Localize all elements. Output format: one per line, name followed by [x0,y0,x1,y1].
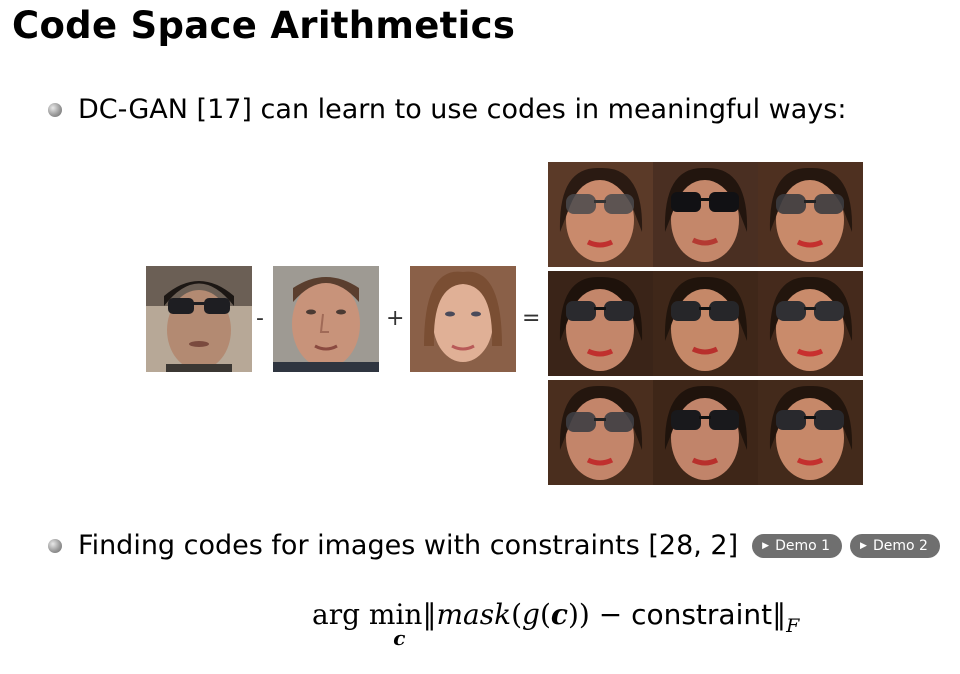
face-man-neutral [273,266,379,372]
slide-title: Code Space Arithmetics [12,4,516,47]
result-face [758,380,863,489]
result-face [653,162,758,271]
paren-open: ( [511,598,522,631]
result-face [548,380,653,489]
bullet-icon [48,538,62,553]
minus-operator: - [256,306,264,331]
equals-operator: = [522,306,541,331]
result-face [758,162,863,271]
demo-2-button[interactable]: ▶ Demo 2 [850,533,940,558]
bullet-item-1: DC-GAN [17] can learn to use codes in me… [48,94,846,125]
formula-c: c [550,598,568,631]
face-man-glasses [146,266,252,372]
formula-min: min c [368,598,423,650]
norm-open: ‖ [422,598,437,631]
bullet-icon [48,102,62,117]
face-woman-neutral [410,266,516,372]
result-face [548,271,653,380]
result-face-grid [548,162,863,485]
formula-arg: arg [312,598,361,631]
bullet-text-2: Finding codes for images with constraint… [78,530,739,561]
bullet-text-1: DC-GAN [17] can learn to use codes in me… [78,94,847,125]
play-icon: ▶ [762,540,770,551]
bullet-item-2: Finding codes for images with constraint… [48,530,940,561]
formula-min-subscript: c [393,626,406,650]
result-face [653,380,758,489]
formula-minus: − [589,598,632,631]
paren-close: )) [567,598,590,631]
formula-mask: mask [436,598,512,631]
objective-formula: arg min c ‖mask(g(c)) − constraint‖F [312,598,799,650]
paren-open-inner: ( [539,598,551,631]
result-face [548,162,653,271]
demo-2-label: Demo 2 [872,537,928,554]
plus-operator: + [386,306,405,331]
demo-1-label: Demo 1 [775,537,831,554]
play-icon: ▶ [860,540,867,551]
norm-close: ‖ [772,598,787,631]
formula-g: g [522,598,540,631]
result-face [653,271,758,380]
demo-1-button[interactable]: ▶ Demo 1 [752,533,843,558]
formula-constraint: constraint [631,598,773,631]
formula-subscript-F: F [786,615,800,637]
result-face [758,271,863,380]
